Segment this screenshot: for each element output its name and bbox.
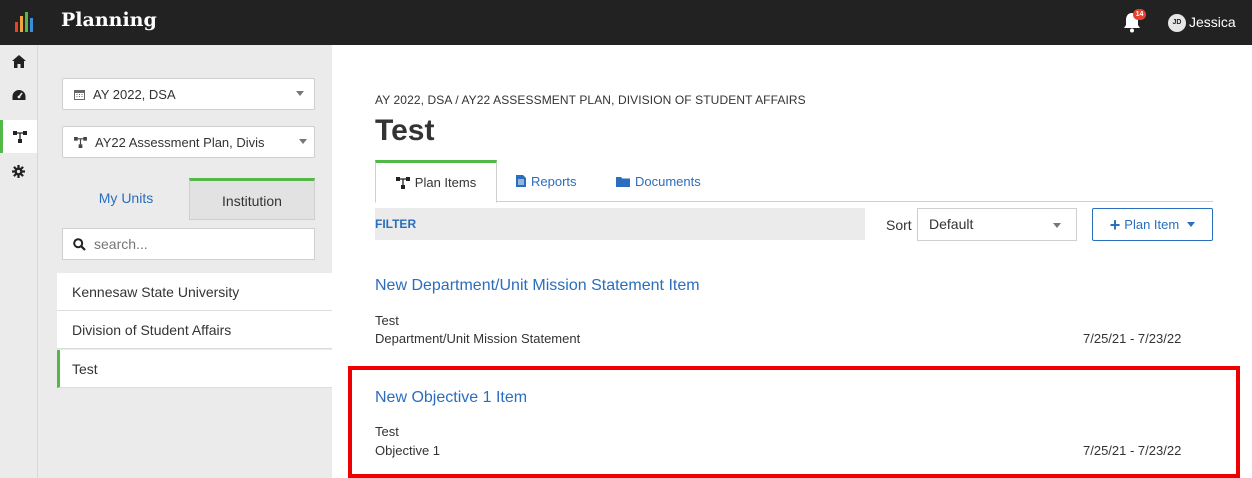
dashboard-icon: [12, 89, 25, 100]
plan-select[interactable]: AY22 Assessment Plan, Divis: [62, 126, 315, 158]
top-bar: Planning 14 JD Jessica: [0, 0, 1252, 45]
sort-select-value: Default: [929, 216, 974, 232]
chevron-down-icon: [1187, 222, 1196, 227]
plan-tree-icon: [395, 176, 410, 189]
icon-rail: [0, 45, 47, 478]
plan-tree-icon: [13, 130, 27, 143]
tab-label: Documents: [635, 173, 701, 189]
rail-item-home[interactable]: [0, 45, 37, 78]
chevron-down-icon: [299, 139, 307, 144]
tab-my-units[interactable]: My Units: [62, 178, 190, 220]
app-window: Planning 14 JD Jessica AY 2022, DSA AY22…: [0, 0, 1252, 478]
year-select-value: AY 2022, DSA: [93, 86, 176, 102]
add-plan-item-button[interactable]: + Plan Item: [1092, 208, 1213, 241]
app-logo-icon[interactable]: [0, 0, 47, 45]
tab-institution[interactable]: Institution: [189, 178, 315, 220]
add-plan-item-label: Plan Item: [1124, 217, 1180, 232]
avatar[interactable]: JD: [1168, 14, 1186, 32]
highlight-box: [348, 366, 1240, 478]
sort-label: Sort: [886, 217, 912, 233]
tab-label: Plan Items: [414, 175, 477, 190]
unit-item-student-affairs[interactable]: Division of Student Affairs: [57, 311, 332, 349]
rail-divider: [37, 45, 38, 478]
plan-item-dates: 7/25/21 - 7/23/22: [1083, 331, 1182, 346]
chevron-down-icon: [1053, 223, 1061, 228]
rail-item-settings[interactable]: [0, 155, 37, 188]
unit-item-label: Test: [72, 361, 98, 377]
plan-item-type: Department/Unit Mission Statement: [375, 331, 581, 346]
app-title: Planning: [61, 9, 157, 31]
unit-item-kennesaw[interactable]: Kennesaw State University: [57, 273, 332, 311]
breadcrumb: AY 2022, DSA / AY22 ASSESSMENT PLAN, DIV…: [375, 93, 806, 107]
units-panel: AY 2022, DSA AY22 Assessment Plan, Divis…: [47, 45, 332, 478]
home-icon: [11, 55, 26, 68]
plus-icon: +: [1109, 214, 1121, 235]
sort-select[interactable]: Default: [917, 208, 1077, 241]
tab-label: Reports: [531, 173, 577, 189]
settings-icon: [12, 165, 25, 178]
unit-item-test[interactable]: Test: [57, 350, 332, 388]
tab-reports[interactable]: Reports: [516, 160, 577, 202]
calendar-icon: [74, 89, 85, 100]
search-box: [62, 228, 315, 260]
rail-item-plan[interactable]: [0, 120, 37, 153]
tab-plan-items[interactable]: Plan Items: [375, 160, 497, 203]
filter-bar[interactable]: FILTER: [375, 208, 865, 240]
year-select[interactable]: AY 2022, DSA: [62, 78, 315, 110]
content-tabs: Plan Items Reports Documents: [375, 160, 1213, 203]
filter-label: FILTER: [375, 217, 417, 231]
plan-item-title[interactable]: New Department/Unit Mission Statement It…: [375, 277, 700, 295]
notification-badge: 14: [1133, 9, 1146, 20]
tab-documents[interactable]: Documents: [616, 160, 701, 202]
rail-item-dashboard[interactable]: [0, 78, 37, 111]
plan-tree-icon: [74, 136, 87, 148]
chevron-down-icon: [296, 91, 304, 96]
folder-icon: [616, 176, 630, 187]
user-name[interactable]: Jessica: [1189, 14, 1236, 30]
plan-select-value: AY22 Assessment Plan, Divis: [95, 134, 265, 150]
unit-item-label: Kennesaw State University: [72, 284, 240, 300]
search-icon: [73, 237, 86, 251]
plan-item-unit: Test: [375, 313, 399, 328]
search-input[interactable]: [94, 236, 294, 252]
unit-item-label: Division of Student Affairs: [72, 322, 232, 338]
file-icon: [516, 175, 526, 187]
page-title: Test: [375, 114, 435, 147]
